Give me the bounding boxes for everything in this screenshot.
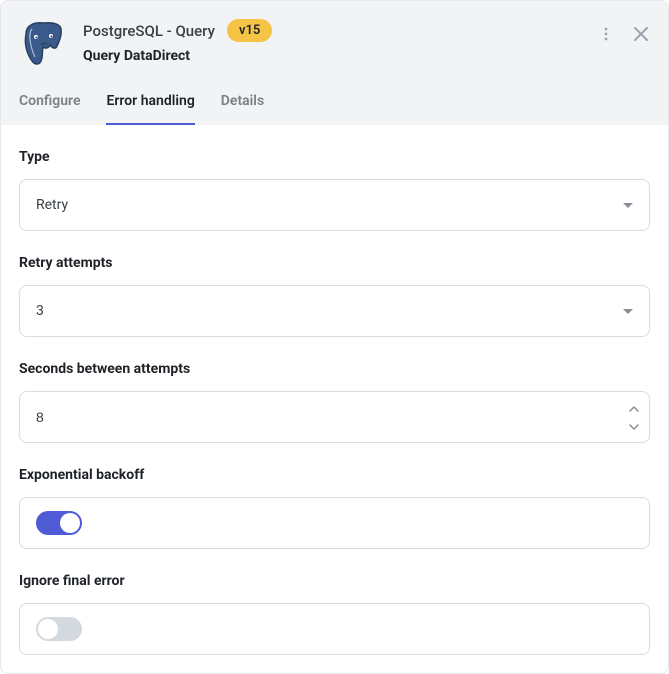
content-area: Type Retry Retry attempts 3 Seconds betw… xyxy=(1,125,668,673)
seconds-between-input[interactable] xyxy=(19,391,650,443)
chevron-down-icon xyxy=(629,424,639,430)
kebab-icon xyxy=(598,26,614,42)
exponential-backoff-toggle[interactable] xyxy=(36,511,82,535)
chevron-down-icon xyxy=(623,203,633,208)
retry-attempts-label: Retry attempts xyxy=(19,255,650,271)
type-select[interactable]: Retry xyxy=(19,179,650,231)
field-retry-attempts: Retry attempts 3 xyxy=(19,255,650,337)
title-block: PostgreSQL - Query v15 Query DataDirect xyxy=(83,19,598,64)
chevron-down-icon xyxy=(623,309,633,314)
tab-details[interactable]: Details xyxy=(221,93,264,125)
version-badge: v15 xyxy=(227,19,272,42)
retry-attempts-select[interactable]: 3 xyxy=(19,285,650,337)
retry-attempts-value: 3 xyxy=(36,303,623,319)
toggle-knob xyxy=(38,619,58,639)
type-label: Type xyxy=(19,149,650,165)
seconds-between-label: Seconds between attempts xyxy=(19,361,650,377)
field-seconds-between: Seconds between attempts xyxy=(19,361,650,443)
stepper-up-button[interactable] xyxy=(629,401,639,415)
header-actions xyxy=(598,25,650,43)
chevron-up-icon xyxy=(629,406,639,412)
tab-configure[interactable]: Configure xyxy=(19,93,80,125)
ignore-final-error-toggle[interactable] xyxy=(36,617,82,641)
postgresql-logo-icon xyxy=(19,19,69,69)
title-row: PostgreSQL - Query v15 xyxy=(83,19,598,42)
config-panel: PostgreSQL - Query v15 Query DataDirect xyxy=(0,0,669,674)
panel-title: PostgreSQL - Query xyxy=(83,22,215,40)
toggle-knob xyxy=(60,513,80,533)
exponential-backoff-label: Exponential backoff xyxy=(19,467,650,483)
field-ignore-final-error: Ignore final error xyxy=(19,573,650,655)
ignore-final-error-label: Ignore final error xyxy=(19,573,650,589)
header-top: PostgreSQL - Query v15 Query DataDirect xyxy=(19,19,650,69)
exponential-backoff-control xyxy=(19,497,650,549)
ignore-final-error-control xyxy=(19,603,650,655)
tab-error-handling[interactable]: Error handling xyxy=(106,93,194,125)
seconds-between-value[interactable] xyxy=(36,409,633,425)
type-value: Retry xyxy=(36,197,623,213)
more-options-button[interactable] xyxy=(598,26,614,42)
field-type: Type Retry xyxy=(19,149,650,231)
panel-subtitle: Query DataDirect xyxy=(83,48,598,64)
close-icon xyxy=(632,25,650,43)
close-button[interactable] xyxy=(632,25,650,43)
panel-header: PostgreSQL - Query v15 Query DataDirect xyxy=(1,1,668,125)
tabs: Configure Error handling Details xyxy=(19,93,650,125)
seconds-stepper xyxy=(629,401,639,433)
stepper-down-button[interactable] xyxy=(629,419,639,433)
field-exponential-backoff: Exponential backoff xyxy=(19,467,650,549)
